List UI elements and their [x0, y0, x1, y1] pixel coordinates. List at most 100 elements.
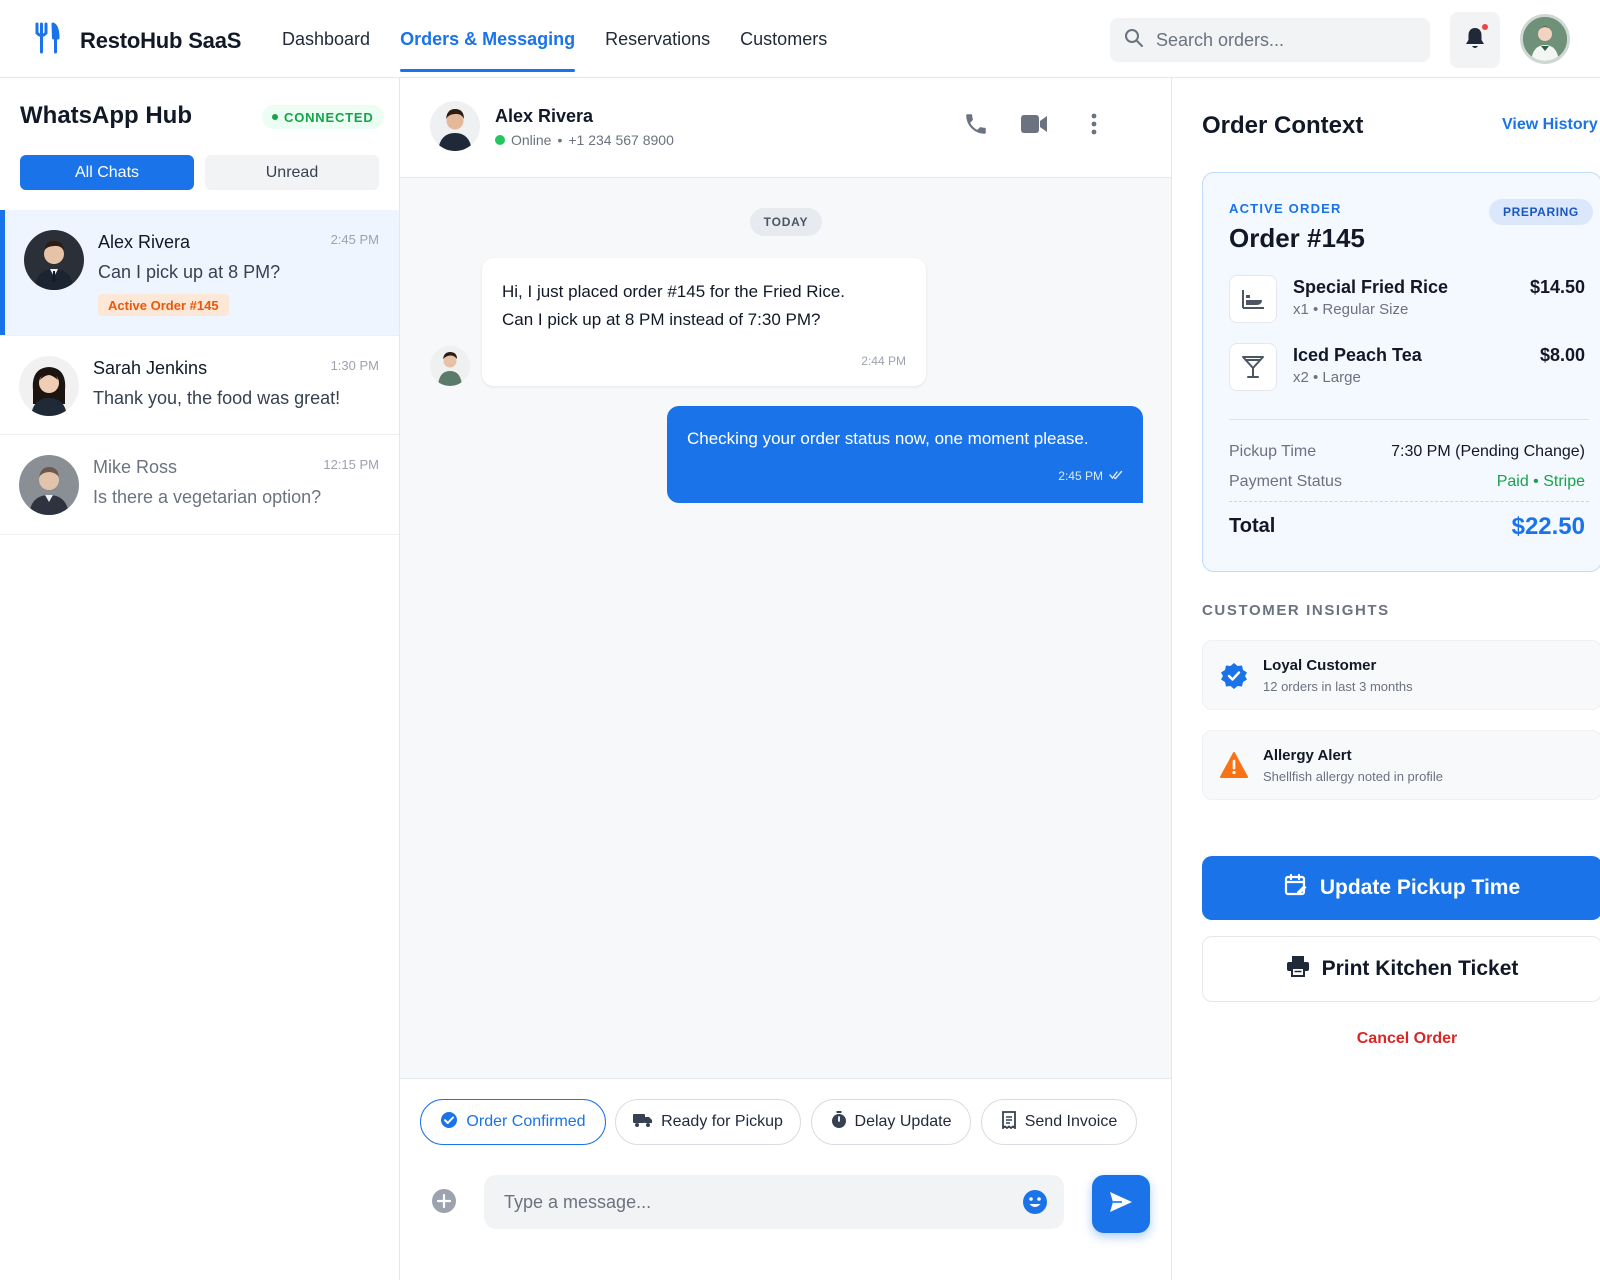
bell-icon — [1464, 26, 1486, 55]
plus-circle-icon — [431, 1188, 457, 1219]
message-meta: 2:45 PM — [1058, 469, 1123, 483]
divider — [1229, 419, 1589, 420]
message-text-line: Hi, I just placed order #145 for the Fri… — [502, 282, 845, 301]
chat-time: 1:30 PM — [330, 358, 379, 373]
insight-subtitle: 12 orders in last 3 months — [1263, 679, 1413, 694]
message-composer: Order Confirmed Ready for Pickup Delay U… — [400, 1078, 1171, 1280]
brand[interactable]: RestoHub SaaS — [34, 22, 241, 59]
avatar — [24, 230, 84, 290]
video-call-button[interactable] — [1020, 112, 1048, 140]
contact-phone: +1 234 567 8900 — [568, 132, 674, 148]
order-item-price: $14.50 — [1529, 277, 1585, 297]
insight-allergy-alert: Allergy Alert Shellfish allergy noted in… — [1202, 730, 1600, 800]
nav-customers[interactable]: Customers — [740, 0, 827, 78]
customer-insights-title: CUSTOMER INSIGHTS — [1202, 602, 1390, 619]
quick-reply-label: Ready for Pickup — [661, 1113, 783, 1130]
rice-bowl-icon — [1229, 275, 1277, 323]
nav-dashboard[interactable]: Dashboard — [282, 0, 370, 78]
top-bar: RestoHub SaaS Dashboard Orders & Messagi… — [0, 0, 1600, 78]
contact-avatar[interactable] — [430, 101, 480, 151]
contact-status-line: Online • +1 234 567 8900 — [495, 132, 674, 148]
outgoing-message: Checking your order status now, one mome… — [667, 406, 1143, 503]
send-icon — [1108, 1190, 1134, 1219]
divider — [1229, 501, 1589, 502]
quick-reply-send-invoice[interactable]: Send Invoice — [981, 1099, 1137, 1145]
message-time: 2:45 PM — [1058, 469, 1103, 483]
chat-name: Mike Ross — [93, 457, 178, 477]
chat-preview: Thank you, the food was great! — [93, 388, 341, 408]
conversation-header: Alex Rivera Online • +1 234 567 8900 — [400, 78, 1171, 178]
chat-list: Alex Rivera 2:45 PM Can I pick up at 8 P… — [0, 210, 399, 535]
call-button[interactable] — [962, 112, 990, 140]
connection-status-text: CONNECTED — [284, 109, 374, 125]
notifications-button[interactable] — [1450, 12, 1500, 68]
order-item-detail: x1 • Regular Size — [1293, 301, 1409, 318]
filter-unread[interactable]: Unread — [205, 155, 379, 190]
insight-title: Loyal Customer — [1263, 657, 1377, 674]
check-circle-icon — [440, 1111, 458, 1134]
active-order-label: ACTIVE ORDER — [1229, 201, 1342, 216]
order-context-panel: Order Context View History ACTIVE ORDER … — [1172, 78, 1600, 1280]
more-vertical-icon — [1091, 113, 1097, 140]
message-text: Checking your order status now, one mome… — [687, 429, 1089, 448]
nav-reservations[interactable]: Reservations — [605, 0, 710, 78]
message-text-line: Can I pick up at 8 PM instead of 7:30 PM… — [502, 310, 821, 329]
filter-all-chats[interactable]: All Chats — [20, 155, 194, 190]
day-separator: TODAY — [750, 208, 822, 236]
chat-time: 2:45 PM — [330, 232, 379, 247]
cocktail-glass-icon — [1229, 343, 1277, 391]
send-button[interactable] — [1092, 1175, 1150, 1233]
warning-icon — [1219, 751, 1249, 781]
quick-reply-label: Order Confirmed — [466, 1113, 586, 1130]
quick-reply-label: Delay Update — [854, 1113, 952, 1130]
quick-reply-delay-update[interactable]: Delay Update — [811, 1099, 971, 1145]
chat-preview: Is there a vegetarian option? — [93, 487, 322, 507]
notification-dot — [1482, 24, 1488, 30]
print-kitchen-ticket-button[interactable]: Print Kitchen Ticket — [1202, 936, 1600, 1002]
chat-preview: Can I pick up at 8 PM? — [98, 262, 281, 282]
chat-item-mike-ross[interactable]: Mike Ross 12:15 PM Is there a vegetarian… — [0, 435, 399, 535]
incoming-message-avatar — [430, 346, 470, 386]
cancel-order-link[interactable]: Cancel Order — [1202, 1030, 1600, 1048]
search-input[interactable] — [1156, 29, 1406, 51]
active-order-tag: Active Order #145 — [98, 294, 229, 316]
emoji-icon[interactable] — [1022, 1189, 1048, 1215]
button-label: Update Pickup Time — [1319, 876, 1521, 899]
message-input[interactable] — [504, 1191, 1004, 1213]
quick-reply-label: Send Invoice — [1024, 1113, 1118, 1130]
sidebar-title: WhatsApp Hub — [20, 102, 192, 129]
avatar — [19, 455, 79, 515]
stopwatch-icon — [831, 1110, 847, 1134]
chat-name: Alex Rivera — [98, 232, 191, 252]
connection-status-badge: CONNECTED — [262, 105, 384, 129]
contact-name: Alex Rivera — [495, 106, 594, 126]
double-check-icon — [1109, 469, 1123, 483]
chat-item-sarah-jenkins[interactable]: Sarah Jenkins 1:30 PM Thank you, the foo… — [0, 336, 399, 435]
insight-title: Allergy Alert — [1263, 747, 1352, 764]
user-avatar[interactable] — [1520, 14, 1570, 64]
quick-reply-order-confirmed[interactable]: Order Confirmed — [420, 1099, 606, 1145]
nav-orders-messaging[interactable]: Orders & Messaging — [400, 0, 576, 78]
search-box — [1110, 18, 1430, 62]
avatar — [19, 356, 79, 416]
chat-sidebar: WhatsApp Hub CONNECTED All Chats Unread … — [0, 78, 400, 1280]
more-options-button[interactable] — [1080, 112, 1108, 140]
update-pickup-time-button[interactable]: Update Pickup Time — [1202, 856, 1600, 920]
attach-button[interactable] — [430, 1188, 458, 1219]
payment-status-value: Paid • Stripe — [1496, 473, 1585, 490]
quick-reply-ready-for-pickup[interactable]: Ready for Pickup — [615, 1099, 801, 1145]
app-root: RestoHub SaaS Dashboard Orders & Messagi… — [0, 0, 1600, 1280]
message-time: 2:44 PM — [861, 354, 906, 368]
fork-knife-icon — [34, 22, 60, 59]
payment-status-label: Payment Status — [1229, 473, 1342, 490]
search-icon — [1124, 28, 1144, 53]
view-history-link[interactable]: View History — [1502, 116, 1598, 134]
order-item-price: $8.00 — [1539, 345, 1585, 365]
order-item-name: Iced Peach Tea — [1293, 345, 1422, 365]
chat-time: 12:15 PM — [323, 457, 379, 472]
order-number: Order #145 — [1229, 223, 1365, 253]
calendar-edit-icon — [1284, 873, 1308, 903]
chat-item-alex-rivera[interactable]: Alex Rivera 2:45 PM Can I pick up at 8 P… — [0, 210, 399, 336]
active-order-card: ACTIVE ORDER Order #145 PREPARING Specia… — [1202, 172, 1600, 572]
order-item-detail: x2 • Large — [1293, 369, 1361, 386]
